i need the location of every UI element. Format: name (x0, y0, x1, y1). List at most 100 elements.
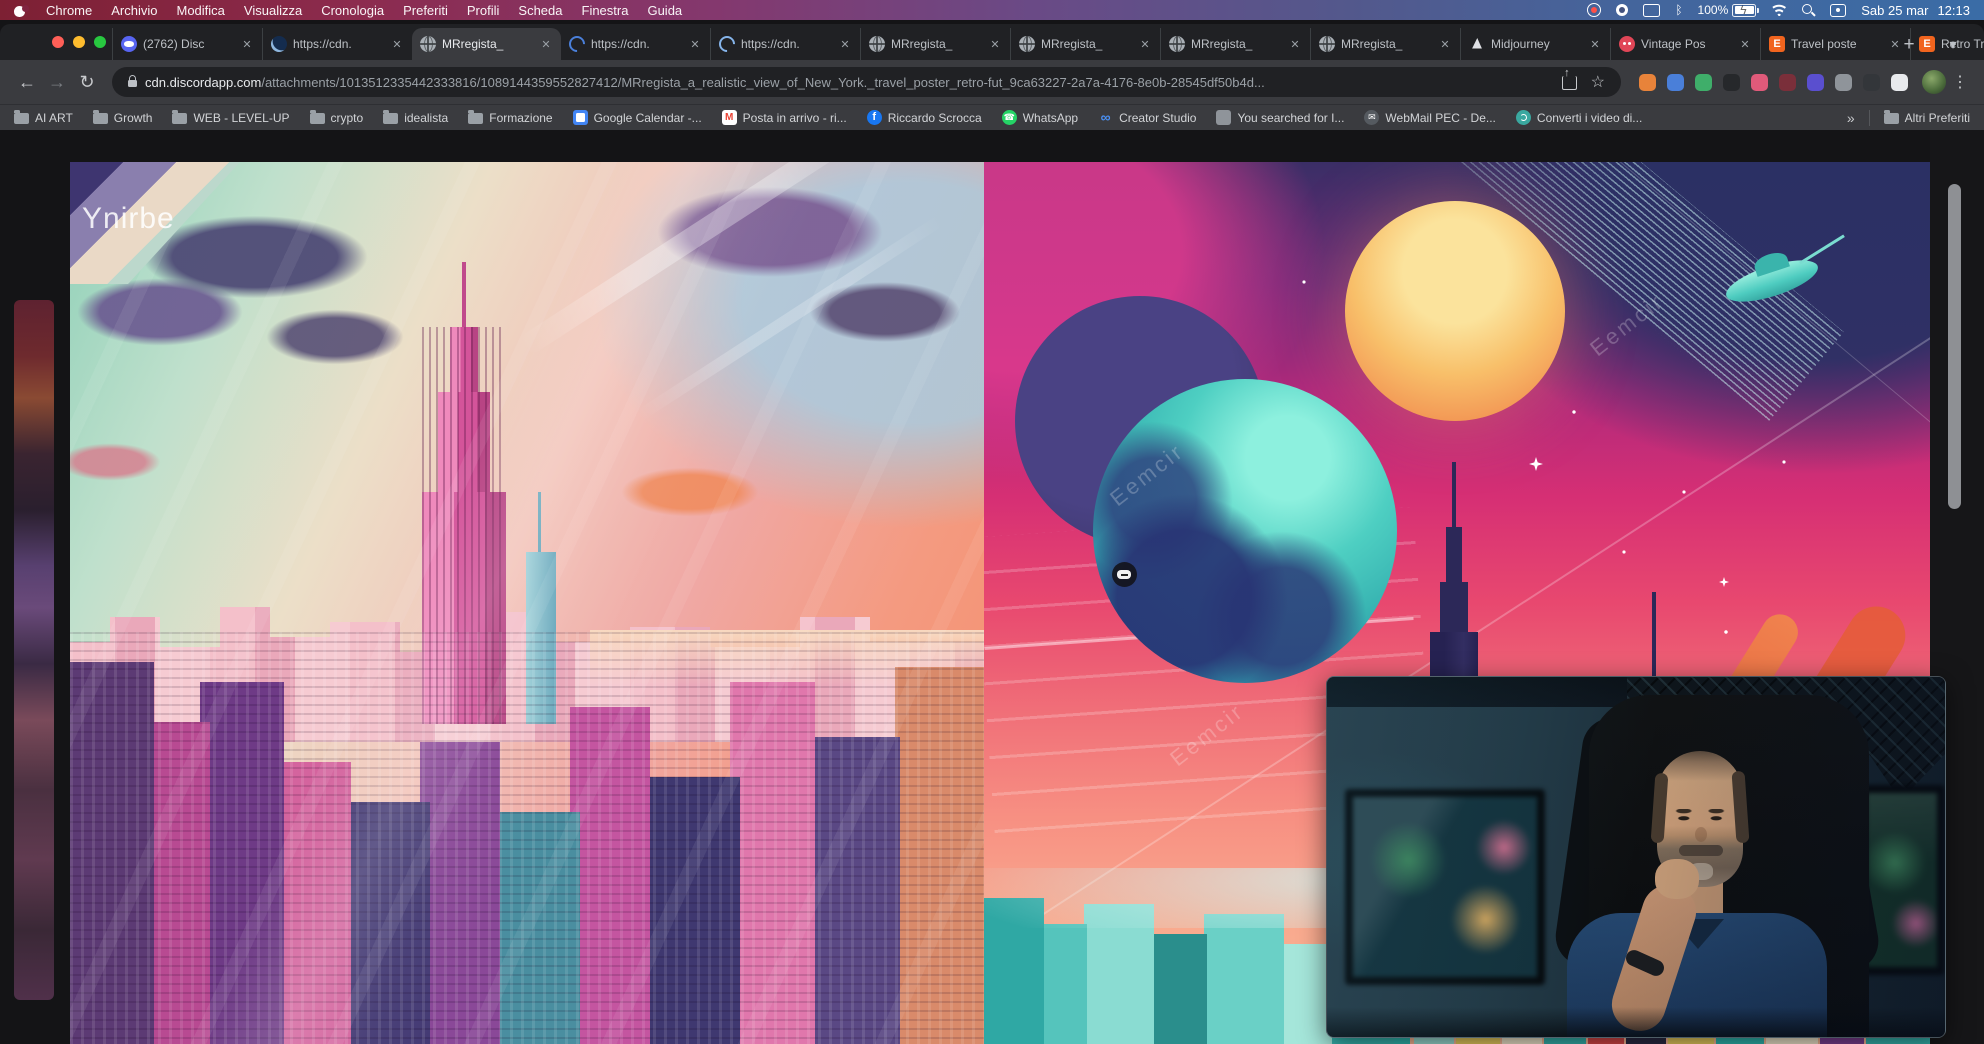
browser-tab[interactable]: Vintage Pos ✕ (1610, 28, 1760, 60)
battery-icon: ϟ (1732, 4, 1756, 17)
cursor-minus (1121, 574, 1128, 576)
extension-icon[interactable] (1667, 74, 1684, 91)
bookmark-item[interactable]: Riccardo Scrocca (867, 110, 982, 125)
extension-icon[interactable] (1723, 74, 1740, 91)
address-bar[interactable]: cdn.discordapp.com/attachments/101351233… (112, 67, 1621, 97)
tab-close-button[interactable]: ✕ (1738, 38, 1752, 51)
browser-tab[interactable]: Midjourney ✕ (1460, 28, 1610, 60)
tab-close-button[interactable]: ✕ (539, 38, 553, 51)
browser-tab[interactable]: MRregista_ ✕ (1010, 28, 1160, 60)
reload-button[interactable]: ↻ (72, 67, 102, 97)
webcam-overlay (1326, 676, 1946, 1038)
menu-bar-status: ᛒ 100% ϟ Sab 25 mar 12:13 (1587, 3, 1984, 18)
bookmark-star-icon[interactable]: ☆ (1591, 72, 1605, 92)
new-tab-button[interactable]: + (1896, 32, 1922, 58)
menu-item[interactable]: Preferiti (403, 3, 448, 18)
tab-close-button[interactable]: ✕ (1138, 38, 1152, 51)
tab-search-chevron-icon[interactable]: ▾ (1940, 32, 1966, 58)
bookmark-item[interactable]: crypto (310, 111, 364, 125)
bookmark-item[interactable]: idealista (383, 111, 448, 125)
browser-tab[interactable]: https://cdn. ✕ (561, 28, 710, 60)
wifi-icon[interactable] (1771, 4, 1787, 16)
menu-item[interactable]: Guida (647, 3, 682, 18)
menu-item[interactable]: Chrome (46, 3, 92, 18)
bookmark-item[interactable]: You searched for I... (1216, 110, 1344, 125)
forward-button[interactable]: → (42, 67, 72, 97)
display-icon[interactable] (1643, 4, 1660, 17)
bluetooth-icon[interactable]: ᛒ (1675, 4, 1682, 16)
menu-item[interactable]: Archivio (111, 3, 157, 18)
tab-close-button[interactable]: ✕ (988, 38, 1002, 51)
extension-icon[interactable] (1779, 74, 1796, 91)
maximize-window-button[interactable] (94, 36, 106, 48)
extension-icon[interactable] (1695, 74, 1712, 91)
other-favorites-folder[interactable]: Altri Preferiti (1884, 111, 1970, 125)
back-button[interactable]: ← (12, 67, 42, 97)
menu-item[interactable]: Scheda (518, 3, 562, 18)
extension-icon[interactable] (1639, 74, 1656, 91)
bookmark-item[interactable]: Growth (93, 111, 153, 125)
share-icon[interactable] (1562, 76, 1577, 90)
bookmark-item[interactable]: Converti i video di... (1516, 110, 1642, 125)
menu-item[interactable]: Modifica (177, 3, 225, 18)
left-poster-image[interactable]: Ynirbe (70, 162, 984, 1044)
menu-item[interactable]: Finestra (582, 3, 629, 18)
extension-icon[interactable] (1835, 74, 1852, 91)
tab-close-button[interactable]: ✕ (1588, 38, 1602, 51)
bookmark-item[interactable]: AI ART (14, 111, 73, 125)
menu-item[interactable]: Cronologia (321, 3, 384, 18)
control-center-icon[interactable] (1830, 4, 1846, 17)
bookmark-item[interactable]: Google Calendar -... (573, 110, 702, 125)
status-circle-icon[interactable] (1616, 4, 1628, 16)
browser-tab[interactable]: (2762) Disc ✕ (112, 28, 262, 60)
browser-tab[interactable]: MRregista_ ✕ (412, 28, 561, 60)
extension-icon[interactable] (1891, 74, 1908, 91)
bookmark-item[interactable]: Creator Studio (1098, 110, 1196, 125)
tab-close-button[interactable]: ✕ (390, 38, 404, 51)
bookmark-item[interactable]: Formazione (468, 111, 552, 125)
menu-item[interactable]: Visualizza (244, 3, 302, 18)
tab-close-button[interactable]: ✕ (240, 38, 254, 51)
tab-close-button[interactable]: ✕ (1288, 38, 1302, 51)
scrollbar-thumb[interactable] (1948, 184, 1961, 509)
spotlight-search-icon[interactable] (1802, 4, 1815, 17)
battery-indicator[interactable]: 100% ϟ (1698, 3, 1757, 17)
bookmark-item[interactable]: WhatsApp (1002, 110, 1078, 125)
bookmark-item[interactable]: WEB - LEVEL-UP (172, 111, 289, 125)
tab-favicon (869, 36, 885, 52)
bookmark-favicon (1216, 110, 1231, 125)
browser-tab[interactable]: MRregista_ ✕ (860, 28, 1010, 60)
bookmark-favicon (1364, 110, 1379, 125)
screen-record-icon[interactable] (1587, 3, 1601, 17)
browser-tab[interactable]: https://cdn. ✕ (262, 28, 412, 60)
tab-title: (2762) Disc (143, 37, 234, 51)
bookmarks-overflow-chevron[interactable]: » (1847, 110, 1855, 126)
browser-tab[interactable]: https://cdn. ✕ (710, 28, 860, 60)
battery-percent: 100% (1698, 3, 1729, 17)
tab-favicon (716, 33, 739, 56)
browser-tab[interactable]: MRregista_ ✕ (1310, 28, 1460, 60)
bookmark-items: AI ART Growth WEB - LEVEL-UP cry (14, 110, 1642, 125)
profile-avatar[interactable] (1922, 70, 1946, 94)
browser-tab[interactable]: Travel poste ✕ (1760, 28, 1910, 60)
menu-bar-clock[interactable]: Sab 25 mar 12:13 (1861, 3, 1970, 18)
tab-close-button[interactable]: ✕ (1438, 38, 1452, 51)
extension-icon[interactable] (1863, 74, 1880, 91)
date-label: Sab 25 mar (1861, 3, 1928, 18)
browser-menu-kebab-icon[interactable]: ⋮ (1952, 72, 1968, 92)
lock-icon[interactable] (128, 80, 137, 87)
adjacent-image-sliver (14, 300, 54, 1000)
bookmark-label: WhatsApp (1023, 111, 1078, 125)
minimize-window-button[interactable] (73, 36, 85, 48)
tab-close-button[interactable]: ✕ (838, 38, 852, 51)
tab-close-button[interactable]: ✕ (688, 38, 702, 51)
extension-icon[interactable] (1751, 74, 1768, 91)
close-window-button[interactable] (52, 36, 64, 48)
extension-icon[interactable] (1807, 74, 1824, 91)
bookmark-item[interactable]: WebMail PEC - De... (1364, 110, 1495, 125)
bookmark-item[interactable]: Posta in arrivo - ri... (722, 110, 847, 125)
browser-tab[interactable]: MRregista_ ✕ (1160, 28, 1310, 60)
menu-item[interactable]: Profili (467, 3, 500, 18)
bookmark-favicon (383, 113, 398, 124)
apple-menu-icon[interactable] (14, 4, 26, 17)
